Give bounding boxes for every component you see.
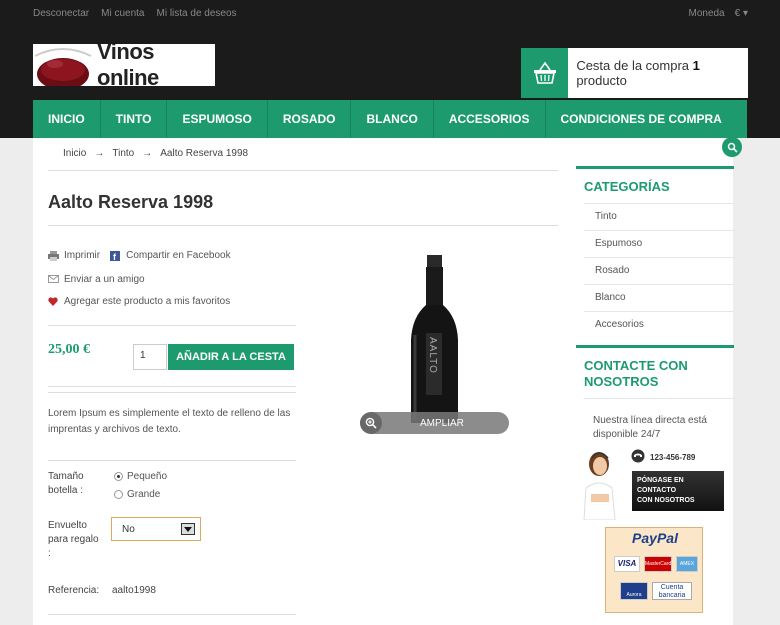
size-option-small[interactable]: Pequeño xyxy=(114,471,167,482)
divider xyxy=(48,225,558,226)
email-icon xyxy=(48,274,59,285)
print-link[interactable]: Imprimir xyxy=(64,250,100,261)
currency-value: € ▾ xyxy=(734,8,748,19)
logo-text: Vinos online xyxy=(97,44,159,86)
breadcrumb-inicio[interactable]: Inicio xyxy=(63,148,86,159)
main-nav: INICIO TINTO ESPUMOSO ROSADO BLANCO ACCE… xyxy=(33,100,747,138)
nav-item-condiciones[interactable]: CONDICIONES DE COMPRA xyxy=(546,100,737,138)
phone-number: 123-456-789 xyxy=(631,449,695,465)
size-label: Tamaño botella : xyxy=(48,471,84,496)
wishlist-link[interactable]: Mi lista de deseos xyxy=(157,8,237,19)
product-description: Lorem Ipsum es simplemente el texto de r… xyxy=(48,408,291,435)
nav-item-blanco[interactable]: BLANCO xyxy=(351,100,434,138)
divider xyxy=(48,386,296,387)
sidebar-item-rosado[interactable]: Rosado xyxy=(595,265,629,276)
gift-wrap-label: Envuelto para regalo : xyxy=(48,520,99,559)
categories-title: CATEGORÍAS xyxy=(584,179,670,194)
sidebar-accent-bar xyxy=(576,345,734,348)
bottle-label: AALTO xyxy=(427,337,438,374)
breadcrumb-current: Aalto Reserva 1998 xyxy=(160,148,249,159)
radio-unchecked-icon xyxy=(114,490,123,499)
facebook-share-link[interactable]: Compartir en Facebook xyxy=(126,250,231,261)
divider xyxy=(584,230,734,231)
nav-item-espumoso[interactable]: ESPUMOSO xyxy=(167,100,268,138)
my-account-link[interactable]: Mi cuenta xyxy=(101,8,144,19)
facebook-icon: f xyxy=(110,250,121,262)
send-friend-link[interactable]: Enviar a un amigo xyxy=(64,274,145,285)
divider xyxy=(584,257,734,258)
shopping-cart[interactable]: Cesta de la compra 1 producto xyxy=(521,48,748,98)
zoom-label: AMPLIAR xyxy=(420,417,464,429)
mastercard-icon: MasterCard xyxy=(644,556,672,572)
breadcrumb-arrow-icon: → xyxy=(142,148,153,159)
phone-icon xyxy=(631,449,645,465)
product-image[interactable]: AALTO xyxy=(360,245,510,425)
search-icon[interactable] xyxy=(722,137,742,157)
divider xyxy=(48,460,296,461)
divider xyxy=(48,392,296,393)
nav-item-tinto[interactable]: TINTO xyxy=(101,100,168,138)
contact-title-line-1: CONTACTE CON xyxy=(584,358,688,373)
action-row: Agregar este producto a mis favoritos xyxy=(48,296,230,307)
contact-text: Nuestra línea directa está disponible 24… xyxy=(593,415,707,440)
sidebar-item-accesorios[interactable]: Accesorios xyxy=(595,319,644,330)
divider xyxy=(48,325,296,326)
bank-account-icon: Cuenta bancaria xyxy=(652,582,692,600)
nav-item-rosado[interactable]: ROSADO xyxy=(268,100,352,138)
breadcrumb-arrow-icon: → xyxy=(94,148,105,159)
chevron-down-icon: ▾ xyxy=(742,8,748,19)
action-row: Imprimir f Compartir en Facebook xyxy=(48,250,231,262)
quantity-input[interactable]: 1 xyxy=(133,344,167,370)
breadcrumb-tinto[interactable]: Tinto xyxy=(112,148,134,159)
currency-selector[interactable]: Moneda € ▾ xyxy=(688,8,748,19)
printer-icon xyxy=(48,250,59,261)
nav-item-accesorios[interactable]: ACCESORIOS xyxy=(434,100,546,138)
heart-icon xyxy=(48,296,59,307)
cart-summary: Cesta de la compra 1 producto xyxy=(576,58,700,88)
chevron-down-icon xyxy=(181,523,195,535)
contact-us-button[interactable]: PÓNGASE EN CONTACTO CON NOSOTROS xyxy=(632,471,724,511)
visa-card-icon: VISA xyxy=(614,556,640,572)
nav-item-inicio[interactable]: INICIO xyxy=(33,100,101,138)
divider xyxy=(48,614,296,615)
zoom-button[interactable]: AMPLIAR xyxy=(360,412,509,434)
reference-value: aalto1998 xyxy=(112,585,156,596)
sidebar-accent-bar xyxy=(576,166,734,169)
add-to-cart-button[interactable]: AÑADIR A LA CESTA xyxy=(168,344,294,370)
logout-link[interactable]: Desconectar xyxy=(33,8,89,19)
paypal-title: PayPal xyxy=(632,530,678,546)
amex-card-icon: AMEX xyxy=(676,556,698,572)
sidebar-item-espumoso[interactable]: Espumoso xyxy=(595,238,642,249)
add-favorite-link[interactable]: Agregar este producto a mis favoritos xyxy=(64,296,230,307)
divider xyxy=(584,398,734,399)
action-row: Enviar a un amigo xyxy=(48,274,145,285)
radio-checked-icon xyxy=(114,472,123,481)
divider xyxy=(584,203,734,204)
divider xyxy=(584,284,734,285)
contact-title-line-2: NOSOTROS xyxy=(584,374,659,389)
logo[interactable]: Vinos online xyxy=(33,44,215,86)
aurora-card-icon: Aurora xyxy=(620,582,648,600)
product-title: Aalto Reserva 1998 xyxy=(48,192,214,212)
wine-glass-logo-icon xyxy=(33,44,93,86)
breadcrumb: Inicio → Tinto → Aalto Reserva 1998 xyxy=(63,148,248,159)
basket-icon xyxy=(521,48,569,98)
currency-label: Moneda xyxy=(688,8,725,19)
sidebar-item-blanco[interactable]: Blanco xyxy=(595,292,626,303)
zoom-in-icon xyxy=(360,412,382,434)
support-agent-icon xyxy=(578,448,620,521)
size-option-large[interactable]: Grande xyxy=(114,489,160,500)
paypal-badge: PayPal VISA MasterCard AMEX Aurora Cuent… xyxy=(605,527,703,613)
sidebar-item-tinto[interactable]: Tinto xyxy=(595,211,617,222)
reference-label: Referencia: xyxy=(48,585,100,596)
divider xyxy=(584,311,734,312)
divider xyxy=(48,170,558,171)
product-price: 25,00 € xyxy=(48,342,90,357)
top-links: Desconectar Mi cuenta Mi lista de deseos xyxy=(33,8,237,19)
gift-wrap-select[interactable]: No xyxy=(111,517,201,541)
